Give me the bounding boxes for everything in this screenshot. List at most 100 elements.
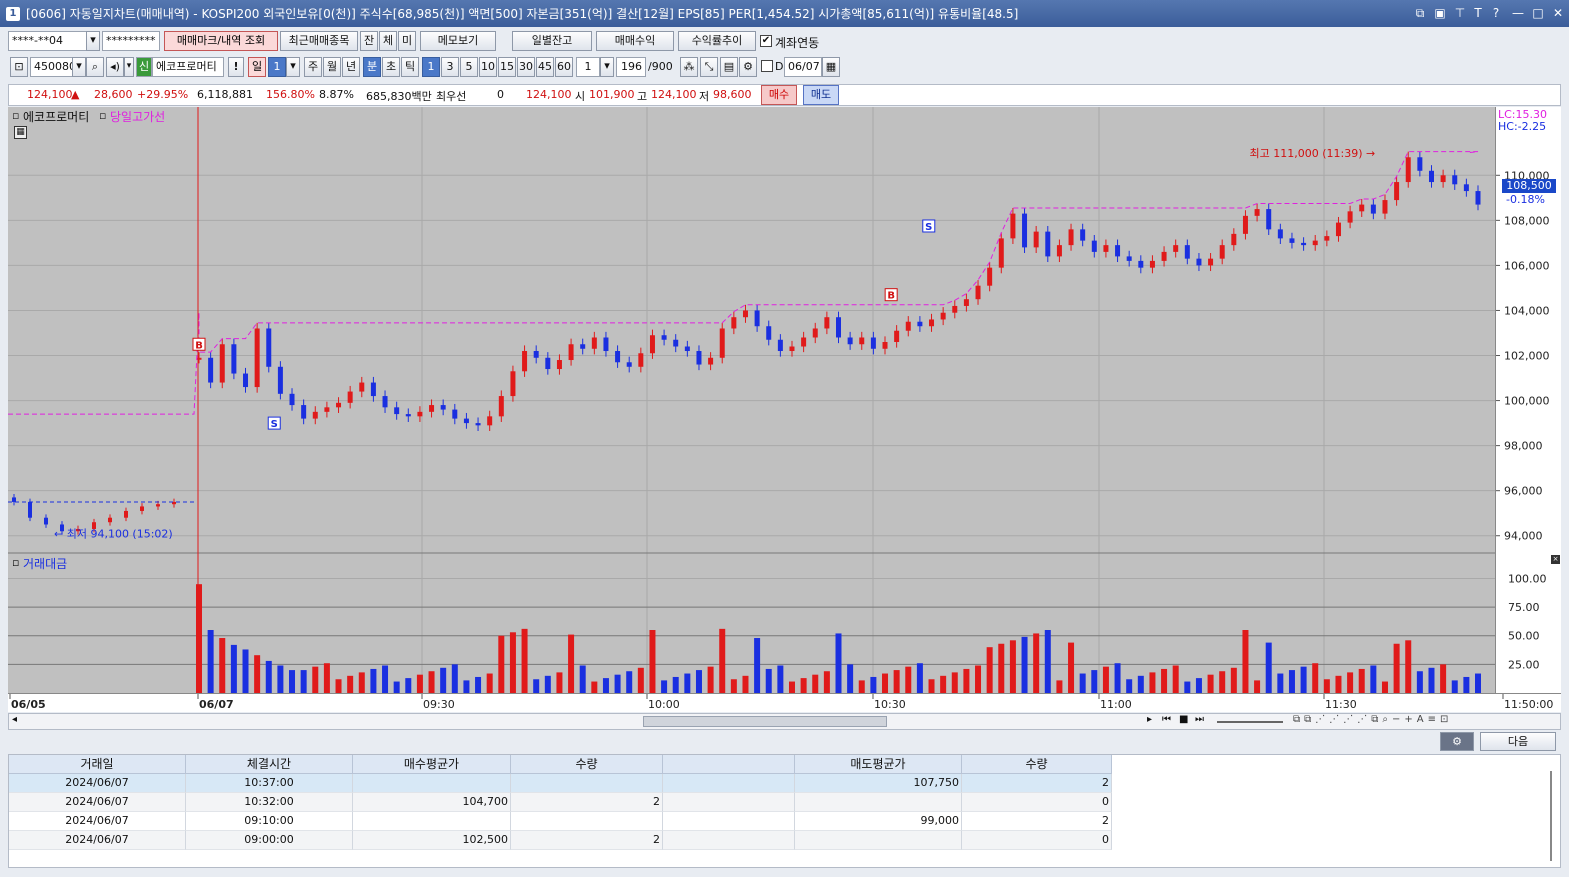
count-input[interactable]: 196 (616, 57, 646, 77)
close-icon[interactable]: ✕ (1550, 5, 1566, 21)
period-month-button[interactable]: 월 (323, 57, 341, 77)
unit-dropdown-icon[interactable]: ▾ (600, 57, 614, 77)
scroll-thumb[interactable] (643, 716, 887, 727)
scroll-right-icon[interactable]: ▸ (1147, 714, 1152, 725)
unfilled-button[interactable]: 미 (398, 31, 416, 51)
y-tick-label: 106,000 (1504, 259, 1550, 272)
volume-bar (1195, 678, 1202, 693)
day-dropdown-icon[interactable]: ▾ (286, 57, 300, 77)
sell-button[interactable]: 매도 (803, 85, 839, 105)
period-week-button[interactable]: 주 (304, 57, 322, 77)
scroll-left-icon[interactable]: ◂ (12, 714, 17, 725)
chart-settings-icon[interactable]: ⊡ (10, 57, 28, 77)
minute-60-button[interactable]: 60 (555, 57, 573, 77)
stop-icon[interactable]: ■ (1179, 714, 1188, 725)
volume-bar (707, 666, 714, 693)
y-axis: 110,000 108,000 106,000 104,000 102,000 100,0… (1495, 107, 1561, 712)
minute-10-button[interactable]: 10 (479, 57, 497, 77)
chart-scrollbar[interactable]: ◂ ▸ ⏮ ■ ⏭ ⧉⧉⋰⋰⋰⋰⧉⌕−+A≡⊡ (8, 713, 1561, 730)
alert-button[interactable]: ! (228, 57, 244, 77)
chart-area[interactable]: B B S S 최고 111,000 (11:39) → ← 최저 94,100 (15:… (8, 107, 1561, 712)
gear-icon[interactable]: ⚙ (739, 57, 757, 77)
maximize-icon[interactable]: □ (1530, 5, 1546, 21)
price-chart[interactable]: B B S S 최고 111,000 (11:39) → ← 최저 94,100 (15:… (8, 107, 1495, 693)
pin-icon[interactable]: ⊤ (1452, 5, 1468, 21)
calendar-icon[interactable]: ▦ (822, 57, 840, 77)
password-field[interactable]: ********* (102, 31, 160, 51)
y-tick-label: 94,000 (1504, 530, 1543, 543)
volume-bar (1428, 667, 1435, 693)
draw-tool-icon[interactable]: ⤡ (700, 57, 718, 77)
help-icon[interactable]: ? (1488, 5, 1504, 21)
speaker-icon[interactable]: ◂) (106, 57, 124, 77)
table-cell: 09:00:00 (186, 831, 353, 850)
table-scrollbar[interactable] (1550, 771, 1552, 861)
trade-profit-button[interactable]: 매매수익 (596, 31, 674, 51)
next-button[interactable]: 다음 (1480, 732, 1556, 751)
code-dropdown-icon[interactable]: ▾ (72, 57, 86, 77)
period-year-button[interactable]: 년 (342, 57, 360, 77)
volume-bar (1184, 681, 1191, 693)
chart-grid-icon[interactable]: ▦ (14, 126, 27, 139)
minute-3-button[interactable]: 3 (441, 57, 459, 77)
save-icon[interactable]: ▤ (720, 57, 738, 77)
candle (254, 328, 260, 388)
balance-button[interactable]: 잔 (360, 31, 378, 51)
daily-balance-button[interactable]: 일별잔고 (512, 31, 592, 51)
rewind-icon[interactable]: ⏮ (1162, 714, 1171, 725)
minimize-icon[interactable]: — (1510, 5, 1526, 21)
recent-stocks-button[interactable]: 최근매매종목 (280, 31, 358, 51)
price-change: 28,600 (94, 88, 133, 101)
minute-30-button[interactable]: 30 (517, 57, 535, 77)
d-checkbox[interactable] (761, 60, 773, 72)
zoom-slider[interactable] (1217, 721, 1283, 723)
volume-bar (812, 674, 819, 693)
minute-45-button[interactable]: 45 (536, 57, 554, 77)
candle (998, 238, 1004, 268)
candle (394, 407, 400, 415)
chart-tools-icons[interactable]: ⧉⧉⋰⋰⋰⋰⧉⌕−+A≡⊡ (1293, 714, 1452, 725)
stock-code-input[interactable]: 450080 (30, 57, 74, 77)
volume-bar (1381, 681, 1388, 693)
account-link-checkbox[interactable]: ✔ (760, 35, 772, 47)
candle (1417, 157, 1423, 171)
window-number: 1 (6, 6, 20, 21)
volume-bar (998, 643, 1005, 693)
period-day-button[interactable]: 일 (248, 57, 266, 77)
account-select[interactable]: ****-**04 (8, 31, 98, 51)
memo-button[interactable]: 메모보기 (420, 31, 496, 51)
mark-query-button[interactable]: 매매마크/내역 조회 (164, 31, 278, 51)
tile-icon[interactable]: ▣ (1432, 5, 1448, 21)
period-minute-button[interactable]: 분 (363, 57, 381, 77)
volume-bar (475, 676, 482, 693)
candle (12, 497, 16, 502)
font-icon[interactable]: T (1470, 5, 1486, 21)
candle (1126, 256, 1132, 261)
return-trend-button[interactable]: 수익률추이 (678, 31, 756, 51)
date-input[interactable]: 06/07 (784, 57, 822, 77)
volume-bar (440, 667, 447, 693)
table-settings-icon[interactable]: ⚙ (1440, 732, 1474, 751)
forward-icon[interactable]: ⏭ (1195, 714, 1204, 725)
minute-5-button[interactable]: 5 (460, 57, 478, 77)
day-value-button[interactable]: 1 (268, 57, 286, 77)
indicator-icon[interactable]: ⁂ (680, 57, 698, 77)
speaker-dropdown-icon[interactable]: ▾ (124, 57, 134, 77)
unit-input[interactable]: 1 (576, 57, 600, 77)
filled-button[interactable]: 체 (379, 31, 397, 51)
period-second-button[interactable]: 초 (382, 57, 400, 77)
vol-close-icon[interactable]: × (1551, 555, 1560, 564)
account-dropdown-icon[interactable]: ▾ (86, 31, 100, 51)
volume-bar (556, 672, 563, 693)
volume-bar (1207, 674, 1214, 693)
table-cell (663, 774, 795, 793)
period-tick-button[interactable]: 틱 (401, 57, 419, 77)
candle (1394, 182, 1400, 201)
buy-button[interactable]: 매수 (761, 85, 797, 105)
restore-layout-icon[interactable]: ⧉ (1412, 5, 1428, 21)
minute-15-button[interactable]: 15 (498, 57, 516, 77)
up-arrow-icon: ▲ (71, 88, 80, 101)
search-icon[interactable]: ⌕ (86, 57, 104, 77)
minute-1-button[interactable]: 1 (422, 57, 440, 77)
table-cell: 2 (962, 812, 1112, 831)
